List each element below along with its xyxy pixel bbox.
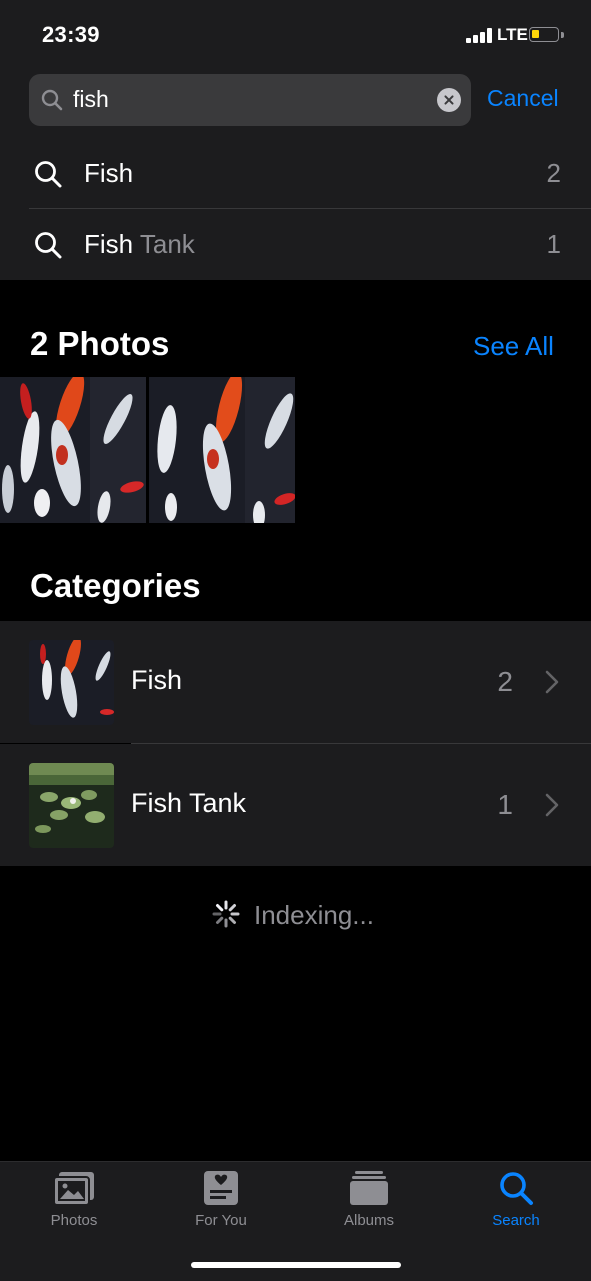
photo-thumbnail[interactable] bbox=[149, 377, 295, 523]
category-thumbnail bbox=[29, 640, 114, 725]
photo-thumbnail[interactable] bbox=[0, 377, 146, 523]
categories-title: Categories bbox=[30, 567, 201, 604]
category-row-fish-tank[interactable]: Fish Tank 1 bbox=[0, 744, 591, 866]
search-icon bbox=[41, 89, 63, 111]
search-input[interactable]: fish bbox=[29, 74, 471, 126]
tab-search[interactable]: Search bbox=[456, 1170, 576, 1229]
battery-icon bbox=[529, 27, 559, 42]
koi-fish-photo bbox=[29, 640, 114, 725]
suggestion-label: Fish Tank bbox=[84, 229, 195, 259]
tab-for-you[interactable]: For You bbox=[161, 1170, 281, 1229]
search-icon bbox=[35, 161, 62, 188]
search-icon bbox=[500, 1172, 533, 1205]
indexing-status: Indexing... bbox=[0, 898, 591, 932]
category-row-fish[interactable]: Fish 2 bbox=[0, 621, 591, 743]
photos-icon bbox=[53, 1172, 94, 1206]
status-time: 23:39 bbox=[42, 22, 100, 47]
suggestion-count: 2 bbox=[546, 158, 561, 188]
search-icon bbox=[35, 232, 62, 259]
suggestion-label: Fish bbox=[84, 158, 134, 188]
category-name: Fish bbox=[131, 665, 183, 695]
albums-icon bbox=[350, 1171, 388, 1205]
photos-section-title: 2 Photos bbox=[30, 325, 170, 362]
see-all-button[interactable]: See All bbox=[473, 331, 554, 362]
indexing-label: Indexing... bbox=[254, 900, 374, 930]
suggestion-row[interactable]: Fish Tank 1 bbox=[0, 209, 591, 280]
cancel-button[interactable]: Cancel bbox=[487, 85, 559, 112]
tab-photos[interactable]: Photos bbox=[14, 1170, 134, 1229]
category-count: 1 bbox=[497, 789, 513, 820]
chevron-right-icon bbox=[545, 670, 559, 694]
tab-albums[interactable]: Albums bbox=[309, 1170, 429, 1229]
home-indicator[interactable] bbox=[191, 1262, 401, 1268]
battery-cap bbox=[561, 32, 564, 38]
cellular-signal-icon bbox=[466, 27, 494, 43]
for-you-icon bbox=[204, 1171, 238, 1205]
clear-search-icon[interactable] bbox=[437, 88, 461, 112]
network-type: LTE bbox=[497, 25, 528, 44]
lily-pond-photo bbox=[29, 763, 114, 848]
chevron-right-icon bbox=[545, 793, 559, 817]
activity-spinner-icon bbox=[212, 900, 240, 928]
search-query[interactable]: fish bbox=[73, 86, 109, 113]
category-count: 2 bbox=[497, 666, 513, 697]
suggestion-count: 1 bbox=[546, 229, 561, 259]
category-name: Fish Tank bbox=[131, 788, 247, 818]
category-thumbnail bbox=[29, 763, 114, 848]
koi-fish-photo bbox=[149, 377, 295, 523]
suggestion-row[interactable]: Fish 2 bbox=[0, 138, 591, 209]
koi-fish-photo bbox=[0, 377, 146, 523]
